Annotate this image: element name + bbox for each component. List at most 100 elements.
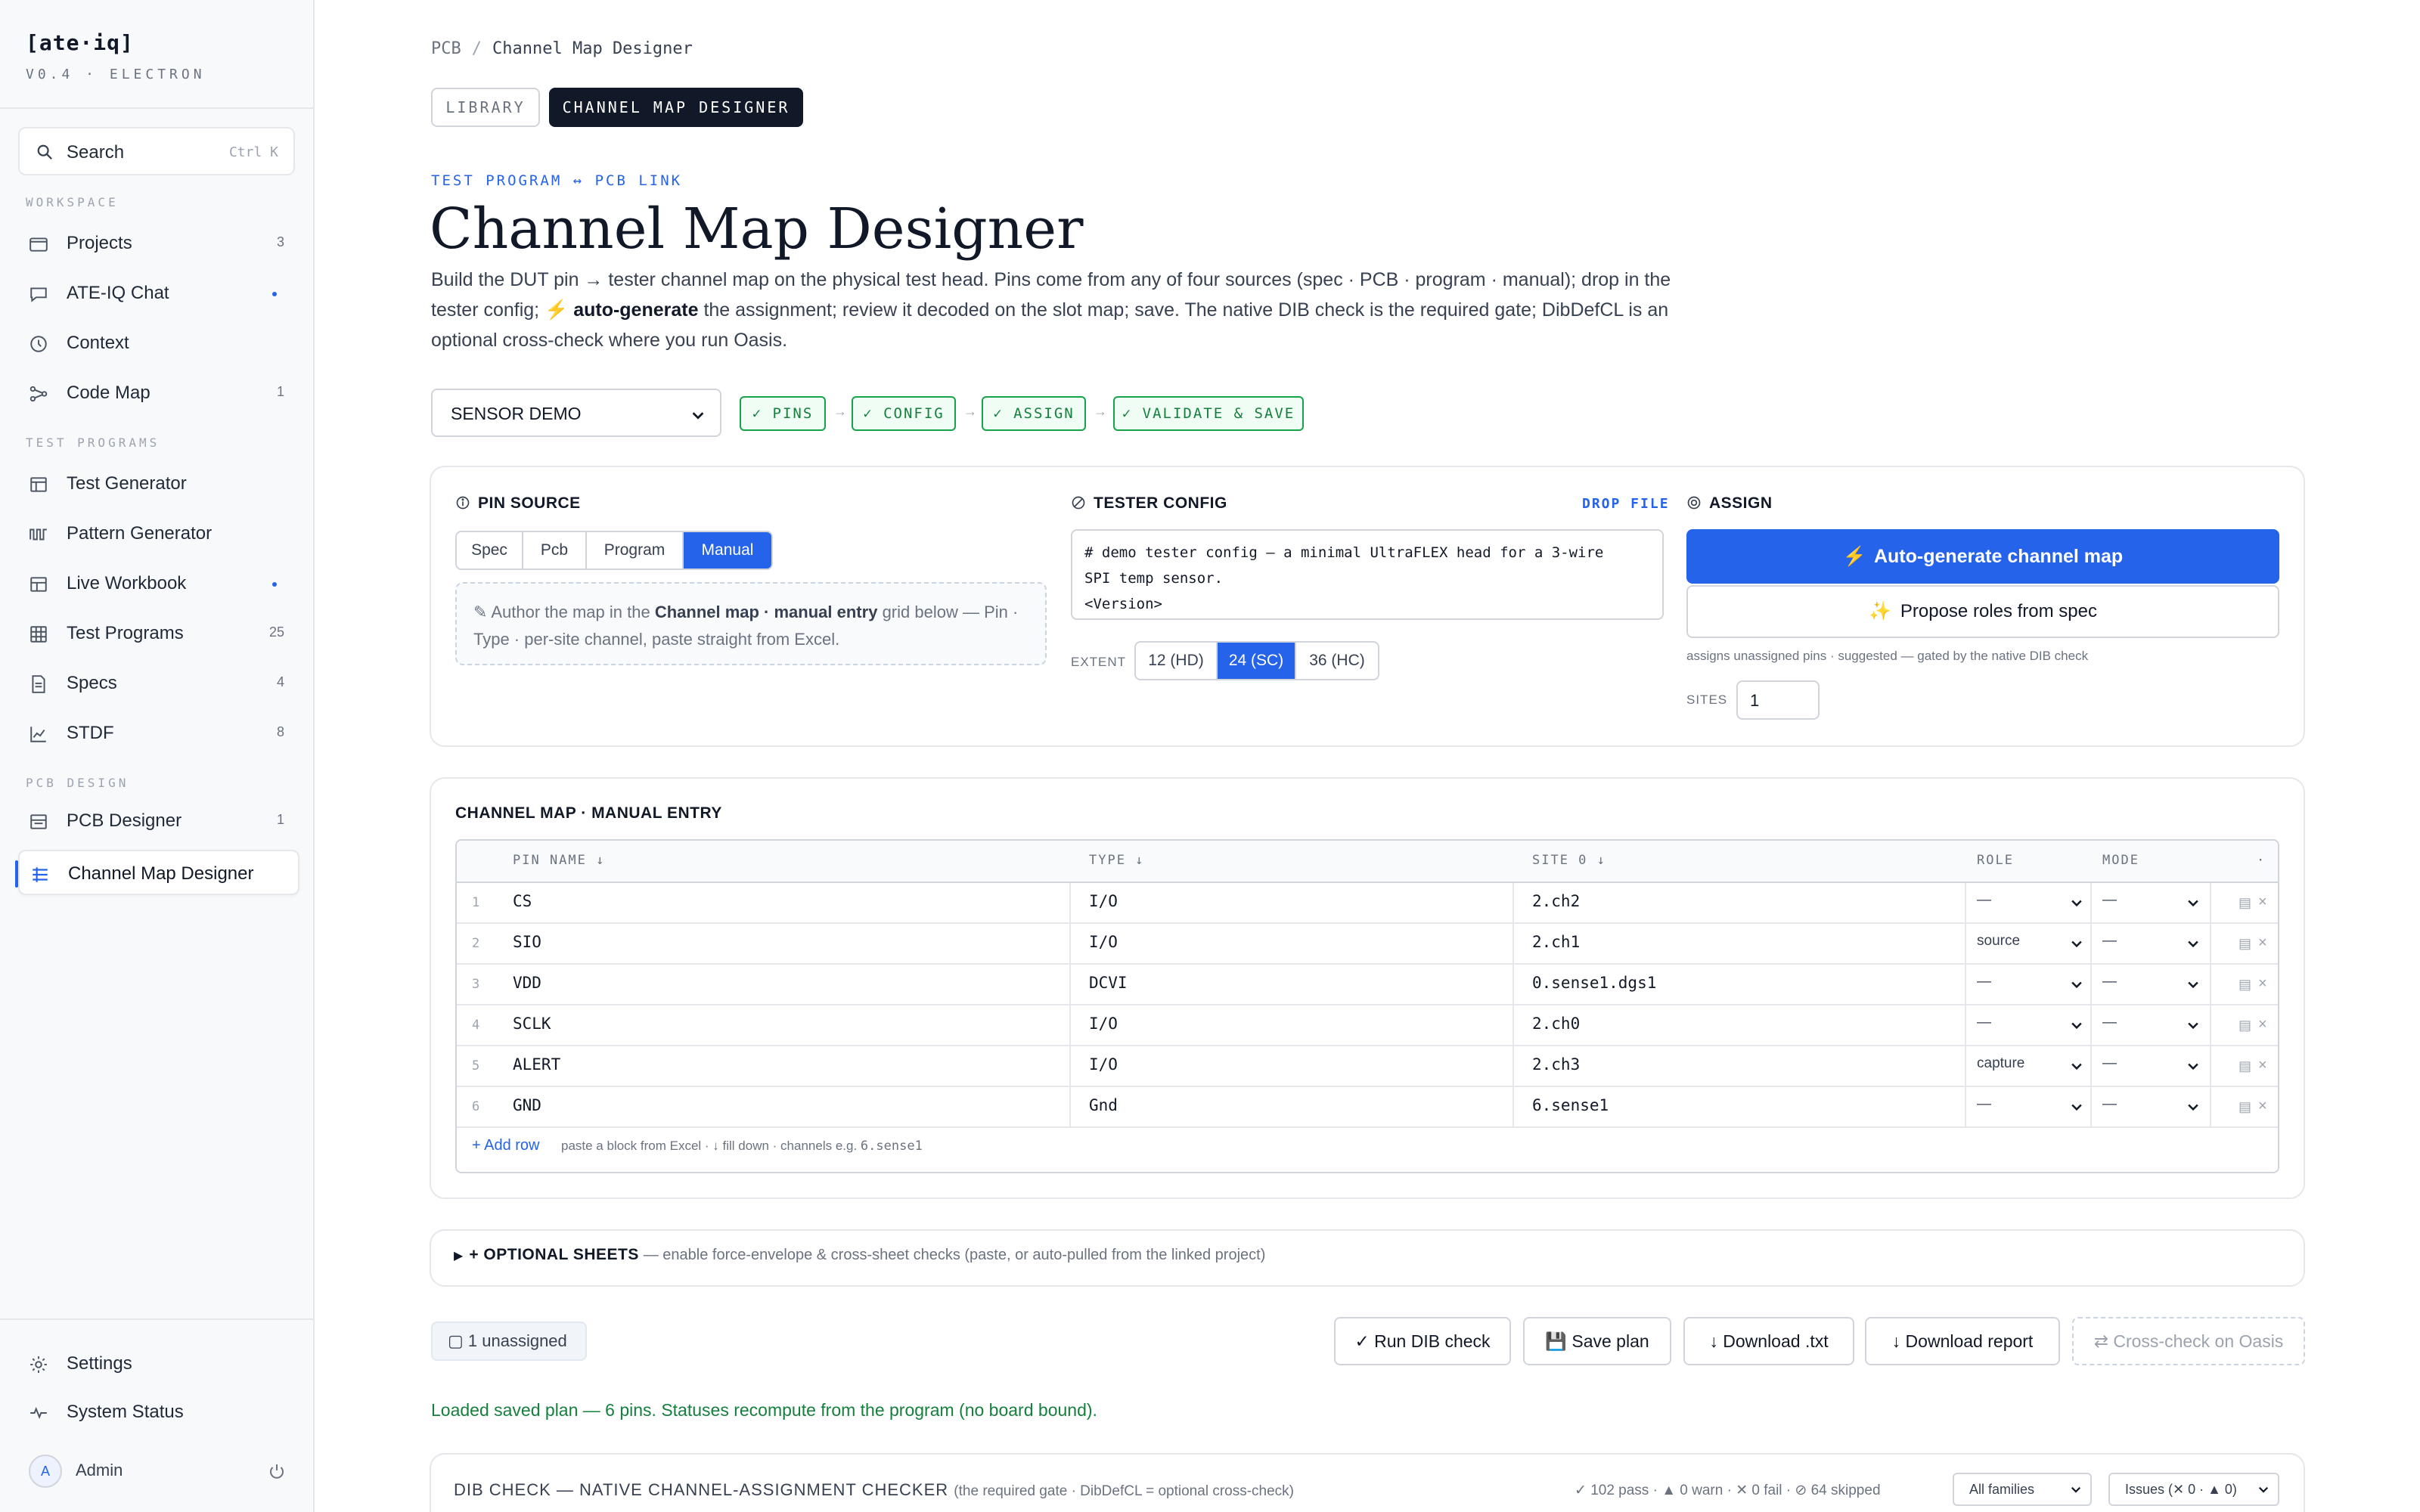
tester-config-textarea[interactable]: # demo tester config — a minimal UltraFL… — [1071, 529, 1664, 620]
table-row: 4 SCLK I/O 2.ch0 — — ▤ × — [457, 1005, 2278, 1046]
delete-icon[interactable]: × — [2258, 934, 2267, 952]
site-cell[interactable]: 2.ch1 — [1532, 933, 1580, 951]
breadcrumb-root[interactable]: PCB — [431, 39, 461, 58]
delete-icon[interactable]: × — [2258, 1016, 2267, 1033]
site-cell[interactable]: 6.sense1 — [1532, 1096, 1609, 1114]
sidebar-item-context[interactable]: Context — [18, 321, 299, 366]
auto-generate-button[interactable]: ⚡ Auto-generate channel map — [1686, 529, 2279, 584]
run-dib-check-button[interactable]: ✓ Run DIB check — [1334, 1317, 1511, 1365]
type-cell[interactable]: I/O — [1089, 933, 1118, 951]
copy-icon[interactable]: ▤ — [2238, 1099, 2251, 1115]
issues-filter-select[interactable]: Issues (✕ 0 · ▲ 0) — [2108, 1473, 2279, 1506]
delete-icon[interactable]: × — [2258, 1098, 2267, 1115]
step-pins[interactable]: ✓ PINS — [740, 396, 826, 431]
sidebar-item-code-map[interactable]: Code Map 1 — [18, 370, 299, 416]
role-select[interactable]: — — [1977, 1015, 1991, 1031]
extent-36-hc[interactable]: 36 (HC) — [1296, 643, 1378, 679]
step-assign[interactable]: ✓ ASSIGN — [982, 396, 1086, 431]
propose-roles-button[interactable]: ✨ Propose roles from spec — [1686, 585, 2279, 638]
chevron-down-icon — [2069, 1018, 2084, 1033]
col-type[interactable]: TYPE ↓ — [1089, 853, 1144, 868]
mode-select[interactable]: — — [2102, 892, 2117, 909]
tab-library[interactable]: LIBRARY — [431, 88, 540, 127]
mode-select[interactable]: — — [2102, 1055, 2117, 1072]
site-cell[interactable]: 2.ch3 — [1532, 1055, 1580, 1074]
role-select[interactable]: — — [1977, 1096, 1991, 1113]
role-select[interactable]: — — [1977, 892, 1991, 909]
sidebar-item-system-status[interactable]: System Status — [18, 1390, 299, 1435]
pin-name-cell[interactable]: ALERT — [513, 1055, 560, 1074]
tab-channel-map-designer[interactable]: CHANNEL MAP DESIGNER — [549, 88, 803, 127]
optional-sheets-toggle[interactable]: ▶ + OPTIONAL SHEETS — enable force-envelo… — [454, 1246, 1265, 1264]
copy-icon[interactable]: ▤ — [2238, 1058, 2251, 1074]
app-version: V0.4 · ELECTRON — [26, 67, 206, 82]
avatar[interactable]: A — [29, 1455, 62, 1488]
demo-select[interactable]: SENSOR DEMO — [431, 389, 721, 437]
dib-check-subtitle: (the required gate · DibDefCL = optional… — [954, 1483, 1294, 1499]
copy-icon[interactable]: ▤ — [2238, 936, 2251, 952]
save-plan-button[interactable]: 💾 Save plan — [1523, 1317, 1671, 1365]
col-pin-name[interactable]: PIN NAME ↓ — [513, 853, 605, 868]
delete-icon[interactable]: × — [2258, 1057, 2267, 1074]
pin-source-spec[interactable]: Spec — [457, 532, 523, 569]
power-icon[interactable] — [268, 1462, 286, 1480]
role-select[interactable]: source — [1977, 933, 2020, 950]
family-filter-select[interactable]: All families — [1953, 1473, 2092, 1506]
step-config[interactable]: ✓ CONFIG — [852, 396, 956, 431]
sidebar-item-channel-map-designer[interactable]: Channel Map Designer — [15, 850, 299, 895]
delete-icon[interactable]: × — [2258, 894, 2267, 911]
extent-24-sc[interactable]: 24 (SC) — [1218, 643, 1296, 679]
site-cell[interactable]: 2.ch0 — [1532, 1015, 1580, 1033]
sidebar-item-test-programs[interactable]: Test Programs 25 — [18, 611, 299, 656]
pin-name-cell[interactable]: GND — [513, 1096, 541, 1114]
sidebar-item-specs[interactable]: Specs 4 — [18, 661, 299, 706]
col-site-0[interactable]: SITE 0 ↓ — [1532, 853, 1606, 868]
add-row-button[interactable]: + Add row — [472, 1137, 540, 1154]
pin-name-cell[interactable]: CS — [513, 892, 532, 910]
pin-source-pcb[interactable]: Pcb — [523, 532, 587, 569]
sidebar-item-settings[interactable]: Settings — [18, 1341, 299, 1387]
mode-select[interactable]: — — [2102, 974, 2117, 990]
type-cell[interactable]: I/O — [1089, 1055, 1118, 1074]
sidebar-item-chat[interactable]: ATE-IQ Chat — [18, 271, 299, 316]
copy-icon[interactable]: ▤ — [2238, 1018, 2251, 1033]
mode-select[interactable]: — — [2102, 1015, 2117, 1031]
pin-source-manual[interactable]: Manual — [684, 532, 771, 569]
site-cell[interactable]: 0.sense1.dgs1 — [1532, 974, 1656, 992]
copy-icon[interactable]: ▤ — [2238, 895, 2251, 911]
type-cell[interactable]: I/O — [1089, 1015, 1118, 1033]
chevron-down-icon — [2069, 1058, 2084, 1074]
optional-sheets-desc: — enable force-envelope & cross-sheet ch… — [643, 1247, 1266, 1263]
download-txt-button[interactable]: ↓ Download .txt — [1683, 1317, 1854, 1365]
type-cell[interactable]: I/O — [1089, 892, 1118, 910]
type-cell[interactable]: DCVI — [1089, 974, 1128, 992]
role-select[interactable]: — — [1977, 974, 1991, 990]
pin-name-cell[interactable]: SCLK — [513, 1015, 551, 1033]
mode-select[interactable]: — — [2102, 933, 2117, 950]
search-input[interactable]: Search Ctrl K — [18, 127, 295, 175]
pin-source-program[interactable]: Program — [587, 532, 684, 569]
sidebar-item-pattern-generator[interactable]: Pattern Generator — [18, 511, 299, 556]
cross-check-oasis-button[interactable]: ⇄ Cross-check on Oasis — [2072, 1317, 2305, 1365]
type-cell[interactable]: Gnd — [1089, 1096, 1118, 1114]
sidebar-item-count: 3 — [276, 234, 284, 249]
step-validate-save[interactable]: ✓ VALIDATE & SAVE — [1113, 396, 1304, 431]
drop-file-link[interactable]: DROP FILE — [1582, 496, 1670, 512]
sidebar-item-live-workbook[interactable]: Live Workbook — [18, 561, 299, 606]
sidebar-item-pcb-designer[interactable]: PCB Designer 1 — [18, 798, 299, 844]
delete-icon[interactable]: × — [2258, 975, 2267, 993]
sites-input[interactable]: 1 — [1736, 680, 1820, 720]
sidebar-item-test-generator[interactable]: Test Generator — [18, 461, 299, 507]
copy-icon[interactable]: ▤ — [2238, 977, 2251, 993]
download-report-button[interactable]: ↓ Download report — [1865, 1317, 2060, 1365]
extent-12-hd[interactable]: 12 (HD) — [1136, 643, 1218, 679]
pin-name-cell[interactable]: SIO — [513, 933, 541, 951]
mode-select[interactable]: — — [2102, 1096, 2117, 1113]
pin-name-cell[interactable]: VDD — [513, 974, 541, 992]
sidebar-item-projects[interactable]: Projects 3 — [18, 221, 299, 266]
sidebar-item-label: PCB Designer — [67, 810, 182, 831]
sidebar-item-stdf[interactable]: STDF 8 — [18, 711, 299, 756]
section-test-programs: TEST PROGRAMS — [26, 435, 160, 450]
role-select[interactable]: capture — [1977, 1055, 2024, 1072]
site-cell[interactable]: 2.ch2 — [1532, 892, 1580, 910]
